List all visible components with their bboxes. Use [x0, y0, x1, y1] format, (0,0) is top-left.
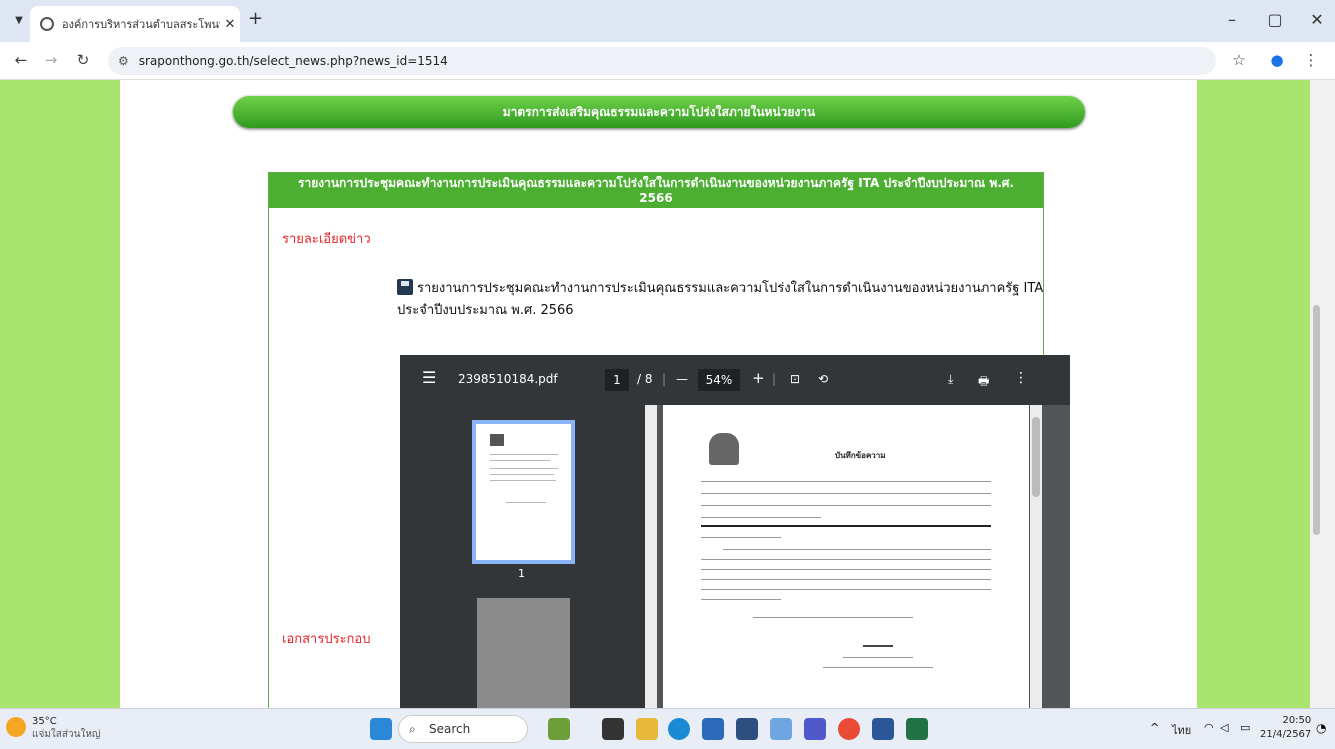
system-clock[interactable]: 20:50 21/4/2567 — [1260, 714, 1311, 742]
url-text: sraponthong.go.th/select_news.php?news_i… — [138, 54, 448, 68]
window-close-icon[interactable]: ✕ — [1302, 10, 1332, 29]
clock-date: 21/4/2567 — [1260, 729, 1312, 740]
rotate-icon[interactable]: ⟲ — [818, 372, 828, 386]
teams-icon[interactable] — [804, 718, 826, 740]
file-explorer-icon[interactable] — [636, 718, 658, 740]
window-edge — [1323, 80, 1335, 708]
word-icon[interactable] — [872, 718, 894, 740]
page-scrollbar[interactable] — [1310, 80, 1323, 708]
pdf-more-icon[interactable]: ⋮ — [1014, 370, 1028, 386]
battery-icon[interactable]: ▭ — [1240, 721, 1250, 734]
taskbar-search-label: Search — [429, 722, 471, 736]
profile-icon[interactable]: ● — [1266, 51, 1288, 69]
panel-title-line2: 2566 — [639, 191, 673, 205]
pdf-scrollbar[interactable] — [1030, 405, 1042, 708]
amazon-icon[interactable] — [770, 718, 792, 740]
globe-icon — [40, 17, 54, 31]
menu-kebab-icon[interactable]: ⋮ — [1300, 51, 1322, 69]
reload-icon[interactable]: ↻ — [72, 51, 94, 69]
download-icon[interactable]: ⤓ — [948, 372, 953, 387]
zoom-in-icon[interactable]: + — [752, 369, 765, 387]
forward-icon[interactable]: → — [40, 51, 62, 69]
volume-icon[interactable]: ◁ — [1220, 721, 1228, 734]
url-field[interactable]: ⚙ sraponthong.go.th/select_news.php?news… — [108, 47, 1216, 75]
garuda-emblem-icon — [709, 433, 739, 465]
store-icon[interactable] — [702, 718, 724, 740]
windows-start-icon[interactable] — [370, 718, 392, 740]
separator: | — [772, 372, 777, 386]
restore-icon[interactable]: ▢ — [1260, 10, 1290, 29]
doc-heading: บันทึกข้อความ — [835, 451, 886, 460]
weather-text: แจ่มใสส่วนใหญ่ — [32, 729, 101, 740]
panel-title-line1: รายงานการประชุมคณะทำงานการประเมินคุณธรรม… — [298, 176, 1014, 190]
close-tab-icon[interactable]: ✕ — [220, 17, 240, 32]
attachment-label: เอกสารประกอบ — [282, 632, 371, 647]
minimize-icon[interactable]: – — [1217, 10, 1247, 29]
excel-icon[interactable] — [906, 718, 928, 740]
task-view-icon[interactable] — [602, 718, 624, 740]
print-icon[interactable]: 🖶 — [978, 372, 989, 393]
new-tab-icon[interactable]: + — [248, 8, 263, 29]
pdf-zoom-input[interactable]: 54% — [698, 369, 740, 391]
pdf-toolbar: ☰ 2398510184.pdf 1 / 8 | — 54% + | ⊡ ⟲ ⤓… — [400, 355, 1070, 405]
edge-icon[interactable] — [668, 718, 690, 740]
input-language[interactable]: ไทย — [1172, 721, 1191, 739]
search-icon: ⌕ — [409, 722, 416, 736]
site-info-icon[interactable]: ⚙ — [118, 54, 129, 68]
integrity-measures-button[interactable]: มาตรการส่งเสริมคุณธรรมและความโปร่งใสภายใ… — [233, 96, 1085, 128]
weather-sun-icon — [6, 717, 26, 737]
address-bar-row: ← → ↻ ⚙ sraponthong.go.th/select_news.ph… — [0, 42, 1335, 80]
news-panel-header: รายงานการประชุมคณะทำงานการประเมินคุณธรรม… — [269, 173, 1043, 208]
separator: | — [662, 372, 667, 386]
taskbar: 35°C แจ่มใสส่วนใหญ่ ⌕ Search ^ ไทย ◠ ◁ ▭… — [0, 708, 1335, 749]
news-detail-label: รายละเอียดข่าว — [282, 232, 371, 247]
bookmark-star-icon[interactable]: ☆ — [1228, 51, 1250, 69]
dropbox-icon[interactable] — [736, 718, 758, 740]
page-thumbnail-2[interactable] — [477, 598, 570, 708]
page-thumbnail-1[interactable] — [472, 420, 575, 564]
pdf-page-view: บันทึกข้อความ — [663, 405, 1029, 708]
pdf-viewer: ☰ 2398510184.pdf 1 / 8 | — 54% + | ⊡ ⟲ ⤓… — [400, 355, 1070, 708]
taskbar-search[interactable]: ⌕ Search — [398, 715, 528, 743]
file-link-text: รายงานการประชุมคณะทำงานการประเมินคุณธรรม… — [397, 281, 1044, 318]
show-hidden-icons[interactable]: ^ — [1150, 721, 1159, 734]
zoom-out-icon[interactable]: — — [676, 372, 688, 386]
web-page: มาตรการส่งเสริมคุณธรรมและความโปร่งใสภายใ… — [0, 80, 1323, 708]
pdf-menu-icon[interactable]: ☰ — [422, 368, 436, 387]
clock-time: 20:50 — [1282, 715, 1312, 726]
tab-title: องค์การบริหารส่วนตำบลสระโพนทอง — [62, 18, 220, 31]
pdf-filename: 2398510184.pdf — [458, 372, 558, 386]
pdf-page-total: / 8 — [637, 372, 653, 386]
thumbnail-sidebar: 1 — [400, 405, 657, 708]
thumbnail-number: 1 — [518, 567, 525, 580]
floppy-disk-icon — [397, 279, 413, 295]
chrome-icon[interactable] — [838, 718, 860, 740]
notification-bell-icon[interactable]: ◔ — [1316, 721, 1326, 735]
file-download-link[interactable]: รายงานการประชุมคณะทำงานการประเมินคุณธรรม… — [397, 278, 1057, 322]
tab-bar: ▼ องค์การบริหารส่วนตำบลสระโพนทอง ✕ + – ▢… — [0, 0, 1335, 42]
weather-widget[interactable]: 35°C แจ่มใสส่วนใหญ่ — [6, 715, 101, 741]
page-content: มาตรการส่งเสริมคุณธรรมและความโปร่งใสภายใ… — [120, 80, 1197, 708]
pdf-page-input[interactable]: 1 — [605, 369, 629, 391]
browser-tab[interactable]: องค์การบริหารส่วนตำบลสระโพนทอง ✕ — [30, 6, 240, 42]
weather-temp: 35°C — [32, 716, 57, 727]
wifi-icon[interactable]: ◠ — [1204, 721, 1214, 734]
tab-list-dropdown-icon[interactable]: ▼ — [8, 10, 30, 32]
back-icon[interactable]: ← — [10, 51, 32, 69]
widgets-icon[interactable] — [548, 718, 570, 740]
fit-page-icon[interactable]: ⊡ — [790, 372, 800, 386]
thumbnail-scrollbar[interactable] — [645, 405, 657, 708]
